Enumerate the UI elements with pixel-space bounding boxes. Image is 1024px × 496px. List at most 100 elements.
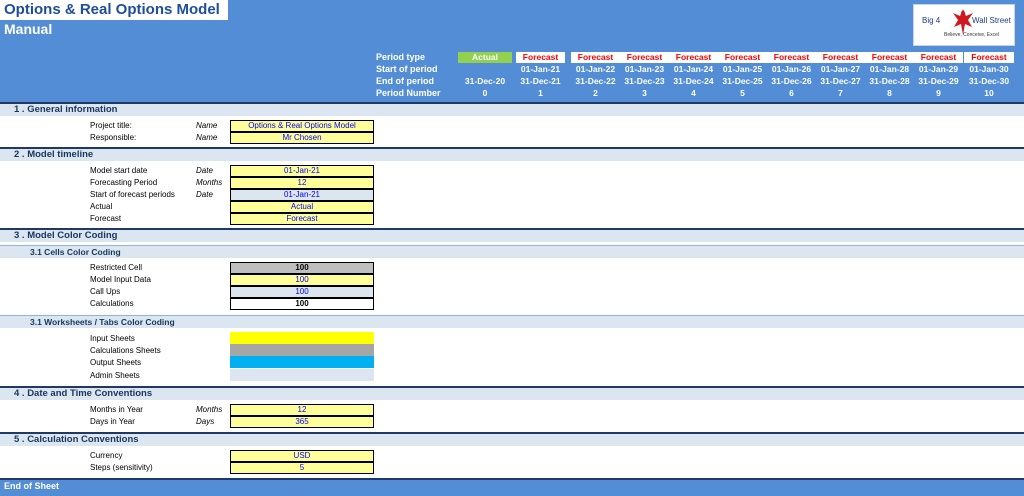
period-type-cell[interactable]: Forecast: [767, 52, 816, 63]
model-input-data-sample[interactable]: 100: [230, 274, 374, 286]
end-of-sheet-bar: End of Sheet: [0, 478, 1024, 496]
currency-input[interactable]: USD: [230, 450, 374, 462]
calculations-sheets-label: Calculations Sheets: [90, 346, 161, 355]
sheet-header: Options & Real Options Model Manual Big …: [0, 0, 1024, 103]
sheet-subtitle: Manual: [4, 21, 53, 37]
admin-sheets-label: Admin Sheets: [90, 371, 140, 380]
forecasting-period-unit: Months: [196, 178, 223, 187]
period-start-cell[interactable]: 01-Jan-29: [914, 64, 963, 75]
period-number-cell[interactable]: 3: [620, 88, 669, 99]
period-end-cell[interactable]: 31-Dec-20: [458, 76, 512, 87]
responsible-input[interactable]: Mr Chosen: [230, 132, 374, 144]
section-model-timeline[interactable]: 2 . Model timeline: [0, 147, 1024, 161]
actual-input[interactable]: Actual: [230, 201, 374, 213]
period-number-cell[interactable]: 5: [718, 88, 767, 99]
period-number-cell[interactable]: 2: [571, 88, 620, 99]
responsible-label: Responsible:: [90, 133, 137, 142]
period-end-cell[interactable]: 31-Dec-29: [914, 76, 963, 87]
period-end-cell[interactable]: 31-Dec-30: [964, 76, 1014, 87]
steps-sensitivity-input[interactable]: 5: [230, 462, 374, 474]
section-title: 5 . Calculation Conventions: [14, 434, 139, 445]
period-type-cell[interactable]: Forecast: [865, 52, 914, 63]
section-title: 1 . General information: [14, 104, 118, 115]
logo-tagline: Believe, Conceive, Excel: [944, 32, 1000, 38]
title-box: Options & Real Options Model: [0, 0, 228, 20]
period-number-cell[interactable]: 4: [669, 88, 718, 99]
forecasting-period-input[interactable]: 12: [230, 177, 374, 189]
end-of-sheet-label: End of Sheet: [4, 481, 60, 491]
actual-label: Actual: [90, 202, 113, 211]
subsection-worksheets-color-coding[interactable]: 3.1 Worksheets / Tabs Color Coding: [0, 315, 1024, 328]
subsection-cells-color-coding[interactable]: 3.1 Cells Color Coding: [0, 245, 1024, 258]
period-number-cell[interactable]: 0: [458, 88, 512, 99]
logo-text-left: Big 4: [922, 16, 941, 25]
period-start-cell[interactable]: 01-Jan-23: [620, 64, 669, 75]
period-start-cell[interactable]: 01-Jan-27: [816, 64, 865, 75]
period-end-cell[interactable]: 31-Dec-28: [865, 76, 914, 87]
period-type-cell[interactable]: Forecast: [669, 52, 718, 63]
period-type-cell[interactable]: Actual: [458, 52, 512, 63]
start-forecast-periods-label: Start of forecast periods: [90, 190, 175, 199]
period-start-cell[interactable]: 01-Jan-25: [718, 64, 767, 75]
sheet-title: Options & Real Options Model: [4, 1, 220, 18]
section-model-color-coding[interactable]: 3 . Model Color Coding: [0, 228, 1024, 242]
output-sheets-swatch[interactable]: [230, 356, 374, 368]
period-start-cell[interactable]: 01-Jan-28: [865, 64, 914, 75]
calculations-label: Calculations: [90, 299, 134, 308]
months-in-year-input[interactable]: 12: [230, 404, 374, 416]
period-type-cell[interactable]: Forecast: [620, 52, 669, 63]
period-number-cell[interactable]: 1: [516, 88, 565, 99]
model-start-date-unit: Date: [196, 166, 213, 175]
calculations-sample[interactable]: 100: [230, 298, 374, 310]
period-number-cell[interactable]: 10: [964, 88, 1014, 99]
period-end-cell[interactable]: 31-Dec-25: [718, 76, 767, 87]
days-in-year-input[interactable]: 365: [230, 416, 374, 428]
months-in-year-label: Months in Year: [90, 405, 143, 414]
period-end-cell[interactable]: 31-Dec-24: [669, 76, 718, 87]
period-end-cell[interactable]: 31-Dec-27: [816, 76, 865, 87]
period-type-cell[interactable]: Forecast: [964, 52, 1014, 63]
forecasting-period-label: Forecasting Period: [90, 178, 158, 187]
forecast-input[interactable]: Forecast: [230, 213, 374, 225]
period-start-cell[interactable]: 01-Jan-26: [767, 64, 816, 75]
calculations-sheets-swatch[interactable]: [230, 344, 374, 356]
call-ups-sample[interactable]: 100: [230, 286, 374, 298]
period-end-cell[interactable]: 31-Dec-23: [620, 76, 669, 87]
section-general-information[interactable]: 1 . General information: [0, 102, 1024, 116]
company-logo: Big 4 Wall Street Believe, Conceive, Exc…: [913, 4, 1015, 46]
admin-sheets-swatch[interactable]: [230, 369, 374, 381]
restricted-cell-label: Restricted Cell: [90, 263, 143, 272]
period-type-cell[interactable]: Forecast: [571, 52, 620, 63]
start-forecast-periods-value[interactable]: 01-Jan-21: [230, 189, 374, 201]
project-title-label: Project title:: [90, 121, 132, 130]
period-type-cell[interactable]: Forecast: [914, 52, 963, 63]
period-end-cell[interactable]: 31-Dec-26: [767, 76, 816, 87]
period-start-cell[interactable]: 01-Jan-24: [669, 64, 718, 75]
steps-sensitivity-label: Steps (sensitivity): [90, 463, 153, 472]
call-ups-label: Call Ups: [90, 287, 121, 296]
period-number-cell[interactable]: 8: [865, 88, 914, 99]
model-start-date-input[interactable]: 01-Jan-21: [230, 165, 374, 177]
section-date-time-conventions[interactable]: 4 . Date and Time Conventions: [0, 386, 1024, 400]
project-title-unit: Name: [196, 121, 218, 130]
period-end-cell[interactable]: 31-Dec-21: [516, 76, 565, 87]
project-title-input[interactable]: Options & Real Options Model: [230, 120, 374, 132]
period-number-cell[interactable]: 6: [767, 88, 816, 99]
period-type-cell[interactable]: Forecast: [718, 52, 767, 63]
end-of-period-label: End of period: [376, 76, 434, 86]
period-number-cell[interactable]: 9: [914, 88, 963, 99]
months-in-year-unit: Months: [196, 405, 223, 414]
section-calculation-conventions[interactable]: 5 . Calculation Conventions: [0, 432, 1024, 446]
period-type-cell[interactable]: Forecast: [516, 52, 565, 63]
period-number-cell[interactable]: 7: [816, 88, 865, 99]
period-type-cell[interactable]: Forecast: [816, 52, 865, 63]
period-start-cell[interactable]: 01-Jan-21: [516, 64, 565, 75]
period-start-cell[interactable]: 01-Jan-30: [964, 64, 1014, 75]
period-type-label: Period type: [376, 52, 426, 62]
period-end-cell[interactable]: 31-Dec-22: [571, 76, 620, 87]
period-start-cell[interactable]: 01-Jan-22: [571, 64, 620, 75]
restricted-cell-sample[interactable]: 100: [230, 262, 374, 274]
input-sheets-swatch[interactable]: [230, 332, 374, 344]
start-forecast-periods-unit: Date: [196, 190, 213, 199]
days-in-year-unit: Days: [196, 417, 215, 426]
